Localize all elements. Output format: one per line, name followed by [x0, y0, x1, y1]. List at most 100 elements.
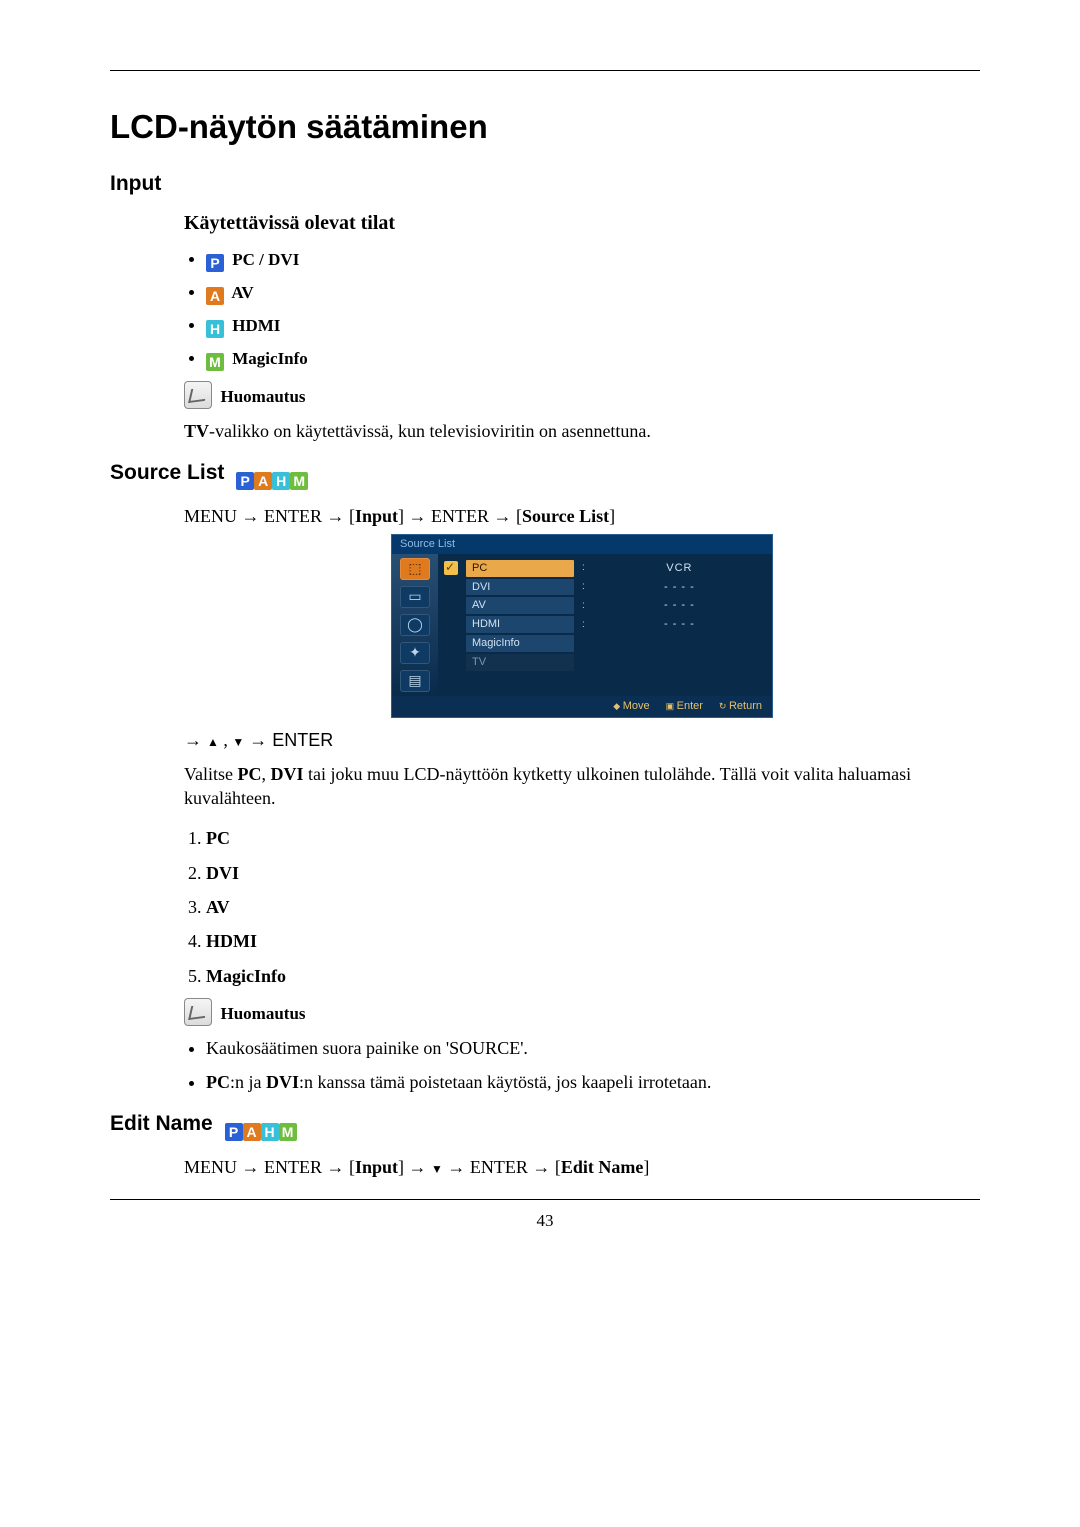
osd-label: MagicInfo: [466, 635, 574, 652]
mode-pc-dvi: P PC / DVI: [206, 249, 980, 272]
osd-row: TV: [444, 654, 766, 671]
note-bold: TV: [184, 421, 209, 441]
osd-value: - - - -: [593, 580, 766, 595]
mode-av: A AV: [206, 282, 980, 305]
osd-label: DVI: [466, 579, 574, 596]
mode-m-icon: M: [279, 1123, 297, 1141]
section-heading-sourcelist: Source List PAHM: [110, 459, 980, 491]
mode-label: HDMI: [232, 316, 280, 335]
heading-text: Source List: [110, 461, 224, 484]
osd-label: PC: [466, 560, 574, 577]
osd-label: HDMI: [466, 616, 574, 633]
mode-a-icon: A: [243, 1123, 261, 1141]
osd-row: DVI : - - - -: [444, 579, 766, 596]
list-item: DVI: [206, 861, 980, 885]
note-bold: PC: [206, 1072, 230, 1092]
mode-label: MagicInfo: [232, 349, 308, 368]
section-heading-editname: Edit Name PAHM: [110, 1110, 980, 1142]
osd-dots: :: [582, 580, 585, 594]
list-item: PC: [206, 826, 980, 850]
note-text: TV-valikko on käytettävissä, kun televis…: [184, 419, 980, 443]
osd-dots: :: [582, 599, 585, 613]
osd-dots: :: [582, 561, 585, 575]
mode-h-icon: H: [272, 472, 290, 490]
note-label: Huomautus: [221, 1004, 306, 1023]
path-seg: MENU → ENTER → [: [184, 506, 355, 526]
path-seg: ] → ENTER → [: [398, 506, 522, 526]
mode-a-icon: A: [254, 472, 272, 490]
section-heading-input: Input: [110, 170, 980, 198]
bottom-rule: [110, 1199, 980, 1200]
item-label: PC: [206, 828, 230, 848]
osd-side-icon: ▭: [400, 586, 430, 608]
item-label: MagicInfo: [206, 966, 286, 986]
osd-screenshot: Source List ⬚ ▭ ◯ ✦ ▤ PC : VCR: [391, 534, 773, 718]
osd-side-input-icon: ⬚: [400, 558, 430, 580]
para-seg: Valitse: [184, 764, 238, 784]
note-item: PC:n ja DVI:n kanssa tämä poistetaan käy…: [206, 1070, 980, 1094]
heading-text: Edit Name: [110, 1112, 213, 1135]
para-bold: DVI: [271, 764, 304, 784]
mode-p-icon: P: [225, 1123, 243, 1141]
osd-side-icon: ✦: [400, 642, 430, 664]
item-label: HDMI: [206, 931, 257, 951]
note-bold: DVI: [266, 1072, 299, 1092]
list-item: HDMI: [206, 929, 980, 953]
note-icon: [184, 381, 212, 409]
osd-sidebar: ⬚ ▭ ◯ ✦ ▤: [392, 554, 438, 696]
osd-main: PC : VCR DVI : - - - - AV : - - -: [438, 554, 772, 696]
triangle-up-icon: [207, 730, 219, 750]
osd-row: AV : - - - -: [444, 597, 766, 614]
osd-value: - - - -: [593, 617, 766, 632]
osd-footer-move: Move: [613, 699, 649, 714]
mode-h-icon: H: [206, 320, 224, 338]
top-rule: [110, 70, 980, 71]
osd-side-icon: ▤: [400, 670, 430, 692]
mode-p-icon: P: [206, 254, 224, 272]
mode-m-icon: M: [206, 353, 224, 371]
path-bold: Edit Name: [561, 1157, 644, 1177]
triangle-down-icon: [431, 1157, 443, 1177]
editname-path: MENU → ENTER → [Input] → → ENTER → [Edit…: [184, 1155, 980, 1179]
note-bullets: Kaukosäätimen suora painike on 'SOURCE'.…: [184, 1036, 980, 1095]
para-bold: PC: [238, 764, 262, 784]
item-label: DVI: [206, 863, 239, 883]
osd-row: PC : VCR: [444, 560, 766, 577]
osd-footer-return: Return: [719, 699, 762, 714]
osd-value: VCR: [593, 561, 766, 576]
para-seg: ,: [262, 764, 271, 784]
item-label: AV: [206, 897, 230, 917]
path-seg: → ENTER → [: [443, 1157, 561, 1177]
mode-magicinfo: M MagicInfo: [206, 348, 980, 371]
osd-row: MagicInfo: [444, 635, 766, 652]
mode-label: AV: [231, 283, 253, 302]
osd-side-icon: ◯: [400, 614, 430, 636]
post-arrows: → , → ENTER: [184, 728, 980, 752]
subheading-modes: Käytettävissä olevat tilat: [184, 210, 980, 237]
path-seg: ]: [609, 506, 615, 526]
osd-row: HDMI : - - - -: [444, 616, 766, 633]
path-seg: ]: [643, 1157, 649, 1177]
note-block: Huomautus: [184, 381, 980, 409]
note-label: Huomautus: [221, 387, 306, 406]
osd-footer-enter: Enter: [666, 699, 703, 714]
check-icon: [444, 561, 458, 575]
menu-path: MENU → ENTER → [Input] → ENTER → [Source…: [184, 504, 980, 528]
mode-strip: PAHM: [225, 1114, 297, 1142]
osd-value: - - - -: [593, 598, 766, 613]
list-item: AV: [206, 895, 980, 919]
mode-m-icon: M: [290, 472, 308, 490]
path-bold: Input: [355, 506, 398, 526]
note-seg: :n ja: [230, 1072, 266, 1092]
path-bold: Input: [355, 1157, 398, 1177]
mode-a-icon: A: [206, 287, 224, 305]
mode-label: PC / DVI: [232, 250, 299, 269]
page-title: LCD-näytön säätäminen: [110, 105, 980, 150]
triangle-down-icon: [232, 730, 244, 750]
note-item: Kaukosäätimen suora painike on 'SOURCE'.: [206, 1036, 980, 1060]
list-item: MagicInfo: [206, 964, 980, 988]
mode-list: P PC / DVI A AV H HDMI M MagicInfo: [184, 249, 980, 371]
mode-h-icon: H: [261, 1123, 279, 1141]
osd-footer: Move Enter Return: [392, 696, 772, 717]
osd-label: AV: [466, 597, 574, 614]
